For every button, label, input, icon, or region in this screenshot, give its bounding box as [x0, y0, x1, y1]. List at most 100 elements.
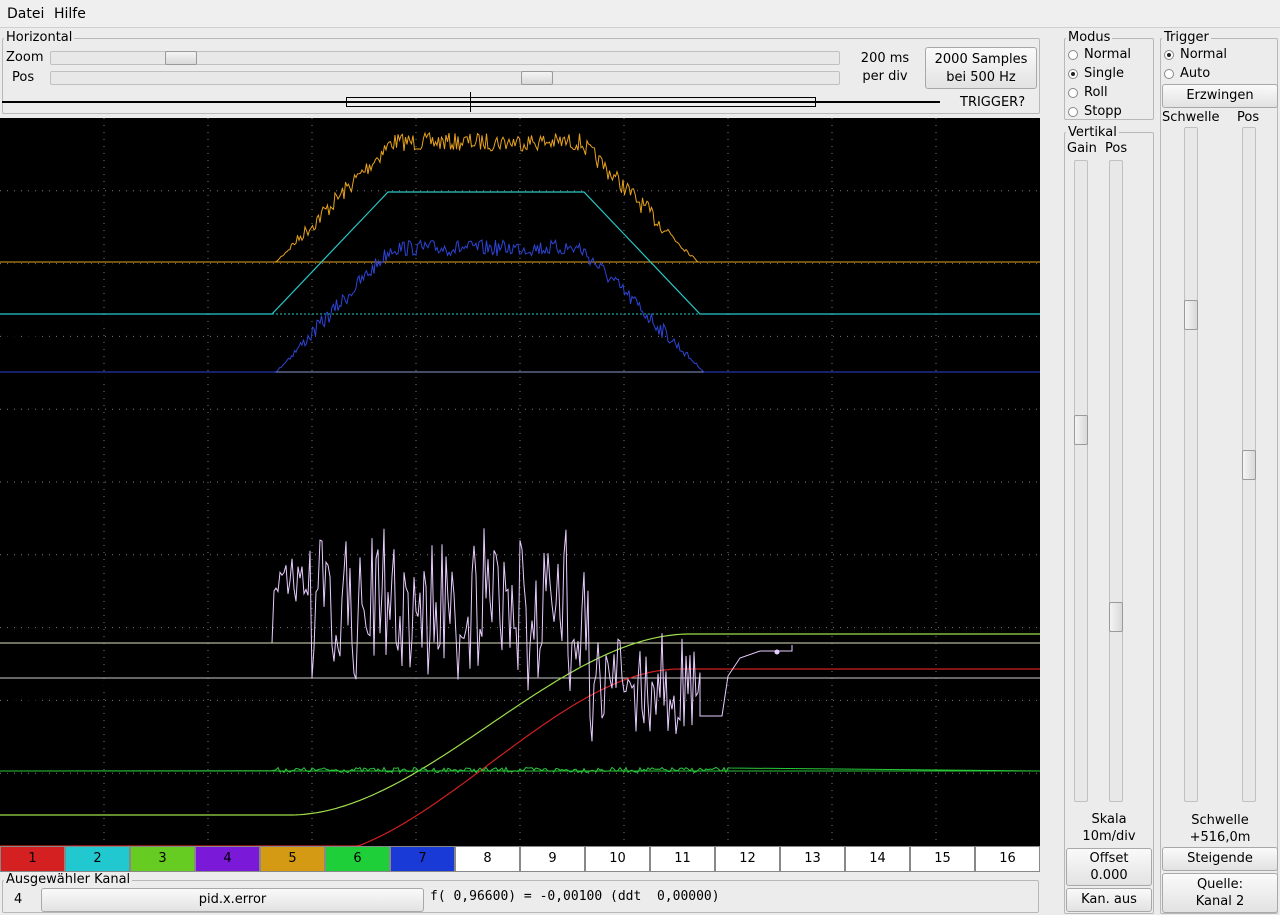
vertikal-title: Vertikal [1066, 125, 1119, 140]
trigger-marker [470, 92, 471, 112]
channel-button-11[interactable]: 11 [650, 846, 715, 872]
trigger-group [1160, 38, 1278, 914]
trace-error [271, 528, 793, 742]
trace-encoder-velocity [0, 238, 1040, 373]
channel-button-5[interactable]: 5 [260, 846, 325, 872]
value-readout: f( 0,96600) = -0,00100 (ddt 0,00000) [430, 889, 720, 904]
record-position-strip[interactable] [2, 90, 948, 114]
pos-label: Pos [12, 70, 35, 85]
trace-command-deriv [0, 191, 1040, 315]
vertical-pos-slider[interactable] [1109, 160, 1123, 802]
pos-slider-handle[interactable] [521, 71, 553, 85]
channel-name: joint.0.f-error [5, 771, 91, 786]
radio-unchecked-icon [1068, 106, 1078, 117]
horizontal-title: Horizontal [4, 30, 75, 45]
trace-feedback-deriv [0, 131, 1040, 263]
source-label: Quelle: [1196, 877, 1244, 892]
channel-scale: 50 /div [5, 279, 50, 294]
channel-button-15[interactable]: 15 [910, 846, 975, 872]
zoom-slider[interactable] [50, 51, 840, 65]
trigger-option-label: Auto [1180, 66, 1211, 81]
vertical-pos-slider-handle[interactable] [1109, 602, 1123, 632]
samples-button[interactable]: 2000 Samples bei 500 Hz [925, 47, 1037, 89]
scale-value: 10m/div [1082, 829, 1136, 844]
channel-button-2[interactable]: 2 [65, 846, 130, 872]
radio-unchecked-icon [1068, 87, 1078, 98]
modus-title: Modus [1066, 30, 1113, 45]
plot-canvas [0, 118, 1040, 846]
channel-scale: 20 /div [5, 695, 50, 710]
zoom-slider-handle[interactable] [165, 51, 197, 65]
cursor-marker [774, 649, 780, 655]
menu-hilfe[interactable]: Hilfe [54, 6, 86, 22]
time-per-div-unit: per div [862, 69, 908, 84]
channel-name: pid.x.feedback [5, 643, 101, 658]
force-trigger-button[interactable]: Erzwingen [1162, 84, 1278, 108]
menu-datei[interactable]: Datei [7, 6, 44, 22]
modus-option-normal[interactable]: Normal [1068, 47, 1131, 62]
modus-option-single[interactable]: Single [1068, 66, 1124, 81]
channel-off-button[interactable]: Kan. aus [1066, 888, 1152, 912]
channel-button-1[interactable]: 1 [0, 846, 65, 872]
record-window[interactable] [346, 97, 816, 107]
modus-option-label: Single [1084, 66, 1124, 81]
trigger-source-button[interactable]: Quelle: Kanal 2 [1162, 873, 1278, 913]
channel-button-13[interactable]: 13 [780, 846, 845, 872]
scale-label: Skala [1091, 812, 1127, 827]
channel-label-error: pid.x.error 10m/div [5, 609, 73, 643]
channel-name: pid.x.command-deriv [5, 314, 144, 329]
channel-name: hm2_7i76e.0.encoder.01.velocity [5, 372, 221, 387]
time-per-div-value: 200 ms [860, 51, 910, 66]
channel-button-9[interactable]: 9 [520, 846, 585, 872]
radio-unchecked-icon [1164, 68, 1174, 79]
channel-label-f-error: joint.0.f-error 200m/div [5, 770, 90, 804]
channel-button-7[interactable]: 7 [390, 846, 455, 872]
channel-name: pid.x.command [5, 678, 106, 693]
channel-button-12[interactable]: 12 [715, 846, 780, 872]
threshold-value: +516,0m [1189, 830, 1251, 845]
scale-display: Skala 10m/div [1066, 811, 1152, 845]
trigger-pos-slider-handle[interactable] [1242, 450, 1256, 480]
channel-button-6[interactable]: 6 [325, 846, 390, 872]
trigger-title: Trigger [1162, 30, 1211, 45]
modus-option-label: Normal [1084, 47, 1132, 62]
channel-scale: 50 /div [5, 389, 50, 404]
threshold-display: Schwelle +516,0m [1162, 812, 1278, 846]
offset-button[interactable]: Offset 0.000 [1066, 848, 1152, 886]
threshold-slider-handle[interactable] [1184, 300, 1198, 330]
trigger-option-label: Normal [1180, 47, 1228, 62]
trigger-option-auto[interactable]: Auto [1164, 66, 1210, 81]
offset-value: 0.000 [1090, 868, 1128, 883]
source-value: Kanal 2 [1195, 894, 1245, 909]
selected-channel-title: Ausgewähler Kanal [4, 872, 133, 887]
pos-slider[interactable] [50, 71, 840, 85]
channel-button-bar: 1 2 3 4 5 6 7 8 9 10 11 12 13 14 15 16 [0, 846, 1040, 872]
selected-channel-button[interactable]: pid.x.error [41, 888, 424, 912]
gain-slider[interactable] [1074, 160, 1088, 802]
threshold-slider[interactable] [1184, 127, 1198, 802]
channel-name: pid.x.error [5, 610, 73, 625]
trigger-pos-slider[interactable] [1242, 127, 1256, 802]
channel-button-8[interactable]: 8 [455, 846, 520, 872]
grid-lines [0, 118, 1040, 846]
channel-scale: 20 /div [5, 660, 50, 675]
modus-option-roll[interactable]: Roll [1068, 85, 1108, 100]
channel-button-10[interactable]: 10 [585, 846, 650, 872]
modus-option-stopp[interactable]: Stopp [1068, 104, 1122, 119]
channel-scale: 10m/div [5, 627, 59, 642]
trigger-status: TRIGGER? [960, 95, 1026, 110]
edge-button[interactable]: Steigende [1162, 847, 1278, 871]
channel-button-3[interactable]: 3 [130, 846, 195, 872]
gain-slider-handle[interactable] [1074, 415, 1088, 445]
modus-option-label: Roll [1084, 85, 1108, 100]
channel-label-encoder-velocity: hm2_7i76e.0.encoder.01.velocity 50 /div [5, 371, 221, 405]
trace-command [0, 668, 1040, 846]
channel-button-16[interactable]: 16 [975, 846, 1040, 872]
channel-button-14[interactable]: 14 [845, 846, 910, 872]
channel-button-4[interactable]: 4 [195, 846, 260, 872]
channel-scale: 50 /div [5, 331, 50, 346]
channel-name: pid.x.feedback-deriv [5, 262, 139, 277]
trigger-option-normal[interactable]: Normal [1164, 47, 1227, 62]
threshold-title: Schwelle [1191, 813, 1249, 828]
oscilloscope-plot[interactable]: pid.x.feedback-deriv 50 /div pid.x.comma… [0, 118, 1040, 846]
